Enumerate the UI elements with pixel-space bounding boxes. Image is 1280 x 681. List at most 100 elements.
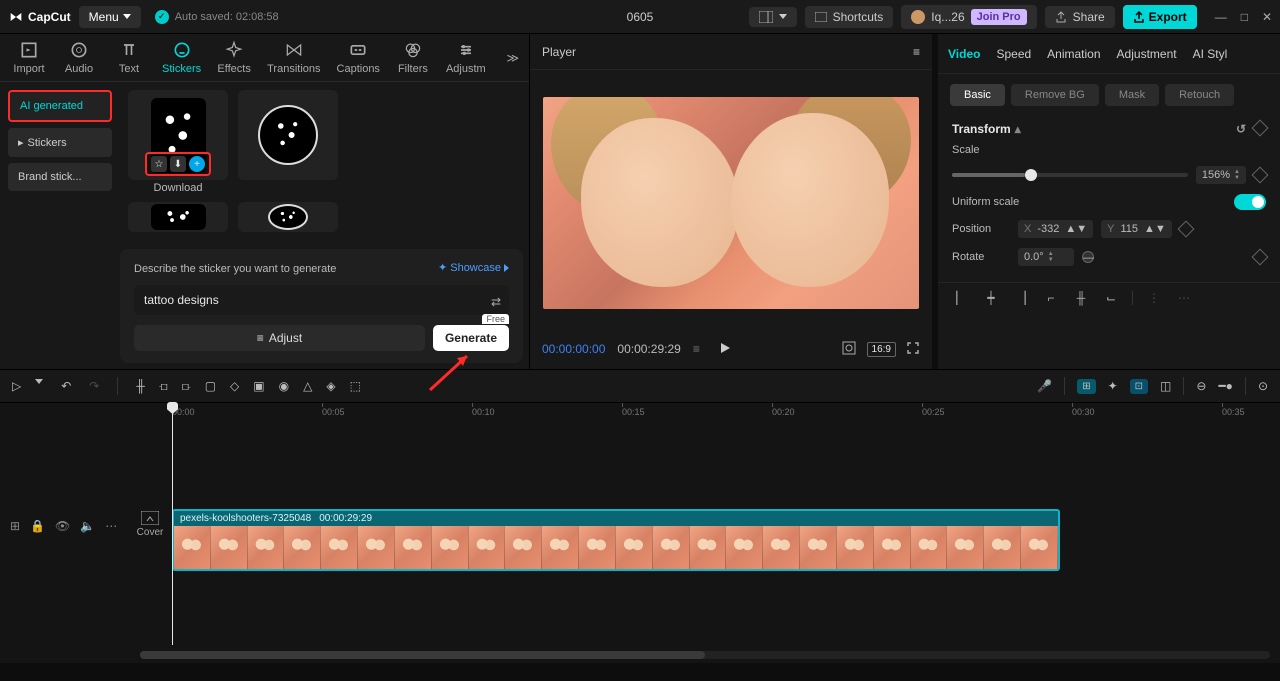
timeline[interactable]: 00:00 00:05 00:10 00:15 00:20 00:25 00:3… [0, 403, 1280, 663]
record-tool[interactable]: ◉ [279, 379, 289, 394]
track-visibility-icon[interactable]: 👁 [55, 519, 70, 533]
track-mute-icon[interactable]: 🔈 [80, 519, 95, 533]
showcase-link[interactable]: ✦Showcase [438, 261, 509, 274]
rotate-keyframe[interactable] [1252, 249, 1269, 266]
uniform-scale-toggle[interactable] [1234, 194, 1266, 210]
zoom-slider[interactable]: ━● [1218, 379, 1232, 393]
sidebar-stickers[interactable]: ▸Stickers [8, 128, 112, 157]
rotate-tool[interactable]: ◈ [326, 379, 335, 394]
fullscreen-icon[interactable] [906, 341, 920, 358]
mirror-tool[interactable]: △ [303, 379, 312, 394]
maximize-button[interactable]: □ [1241, 10, 1248, 24]
tool-dropdown[interactable] [35, 379, 43, 384]
mic-icon[interactable]: 🎤 [1037, 379, 1052, 393]
time-ruler[interactable]: 00:00 00:05 00:10 00:15 00:20 00:25 00:3… [140, 403, 1280, 423]
cover-button[interactable]: Cover [132, 511, 168, 538]
align-left-icon[interactable]: ▏ [952, 291, 970, 305]
trim-left-tool[interactable]: ⟤ [159, 379, 168, 394]
scale-slider[interactable] [952, 173, 1188, 177]
sidebar-brand-stickers[interactable]: Brand stick... [8, 163, 112, 191]
reset-icon[interactable]: ↺ [1236, 122, 1246, 136]
magnet-mode[interactable]: ⊞ [1077, 379, 1095, 394]
tab-captions[interactable]: Captions [329, 36, 388, 79]
align-top-icon[interactable]: ⌐ [1042, 291, 1060, 305]
align-center-h-icon[interactable]: ┿ [982, 291, 1000, 305]
subtab-remove-bg[interactable]: Remove BG [1011, 84, 1099, 106]
trim-right-tool[interactable]: ⟥ [182, 379, 191, 394]
sticker-thumb-4[interactable] [238, 202, 338, 232]
track-more-icon[interactable]: ⋯ [105, 519, 117, 533]
share-button[interactable]: Share [1045, 6, 1115, 28]
collapse-icon[interactable]: ▴ [1015, 122, 1021, 136]
link-mode[interactable]: ✦ [1108, 379, 1118, 393]
add-to-timeline-icon[interactable]: + [189, 156, 205, 172]
tab-import[interactable]: Import [4, 36, 54, 79]
crop-tool[interactable]: ⬚ [350, 379, 361, 394]
generate-button[interactable]: Generate [433, 325, 509, 351]
timeline-scrollbar[interactable] [140, 651, 1270, 659]
scale-value[interactable]: 156%▲▼ [1196, 166, 1246, 184]
insp-tab-animation[interactable]: Animation [1047, 47, 1100, 61]
subtab-mask[interactable]: Mask [1105, 84, 1159, 106]
position-x-input[interactable]: X-332▲▼ [1018, 220, 1093, 238]
keyframe-icon[interactable] [1252, 120, 1269, 137]
tab-audio[interactable]: Audio [54, 36, 104, 79]
tabs-overflow[interactable]: ≫ [500, 51, 525, 65]
join-pro-badge[interactable]: Join Pro [971, 9, 1027, 25]
playhead[interactable] [172, 403, 173, 645]
export-button[interactable]: Export [1123, 5, 1197, 29]
shuffle-icon[interactable]: ⇄ [491, 295, 501, 309]
tab-stickers[interactable]: Stickers [154, 36, 209, 79]
timeline-settings[interactable]: ⊙ [1258, 379, 1268, 393]
sidebar-ai-generated[interactable]: AI generated [8, 90, 112, 122]
position-y-input[interactable]: Y115▲▼ [1101, 220, 1172, 238]
video-preview[interactable] [543, 97, 919, 309]
play-button[interactable] [718, 341, 732, 358]
list-view-icon[interactable]: ≡ [693, 342, 700, 356]
video-clip[interactable]: pexels-koolshooters-7325048 00:00:29:29 [172, 509, 1060, 571]
aspect-ratio-button[interactable] [749, 7, 797, 27]
align-center-v-icon[interactable]: ╫ [1072, 291, 1090, 305]
sticker-thumb-2[interactable] [238, 90, 338, 180]
align-bottom-icon[interactable]: ⌙ [1102, 291, 1120, 305]
insp-tab-adjustment[interactable]: Adjustment [1117, 47, 1177, 61]
snap-mode[interactable]: ⊡ [1130, 379, 1148, 394]
insp-tab-ai[interactable]: AI Styl [1193, 47, 1228, 61]
insp-tab-video[interactable]: Video [948, 47, 980, 61]
mark-tool[interactable]: ◇ [230, 379, 239, 394]
undo-button[interactable]: ↶ [61, 379, 71, 393]
scale-keyframe[interactable] [1252, 167, 1269, 184]
download-icon[interactable]: ⬇ [170, 156, 186, 172]
tab-text[interactable]: Text [104, 36, 154, 79]
crop-preview-icon[interactable] [841, 340, 857, 359]
align-right-icon[interactable]: ▕ [1012, 291, 1030, 305]
sticker-thumb-1[interactable]: ☆ ⬇ + [128, 90, 228, 180]
split-tool[interactable]: ╫ [136, 379, 145, 394]
insp-tab-speed[interactable]: Speed [996, 47, 1031, 61]
track-lock-icon[interactable]: 🔒 [30, 519, 45, 533]
aspect-ratio-display[interactable]: 16:9 [867, 342, 896, 357]
tab-transitions[interactable]: Transitions [259, 36, 328, 79]
track-add-icon[interactable]: ⊞ [10, 519, 20, 533]
player-menu-icon[interactable]: ≡ [913, 45, 920, 59]
subtab-basic[interactable]: Basic [950, 84, 1005, 106]
zoom-out[interactable]: ⊖ [1196, 379, 1206, 393]
generate-prompt-input[interactable] [144, 293, 499, 307]
minimize-button[interactable]: — [1215, 10, 1227, 24]
close-button[interactable]: ✕ [1262, 10, 1272, 24]
delete-tool[interactable]: ▢ [205, 379, 216, 394]
tab-filters[interactable]: Filters [388, 36, 438, 79]
selection-tool[interactable]: ▷ [12, 379, 21, 393]
shortcuts-button[interactable]: Shortcuts [805, 6, 894, 28]
favorite-icon[interactable]: ☆ [151, 156, 167, 172]
position-keyframe[interactable] [1177, 221, 1194, 238]
menu-button[interactable]: Menu [79, 6, 141, 28]
rotate-dial[interactable]: — [1082, 251, 1094, 263]
tab-adjustment[interactable]: Adjustm [438, 36, 494, 79]
preview-mode[interactable]: ◫ [1160, 379, 1171, 393]
adjust-button[interactable]: ≡Adjust [134, 325, 425, 351]
group-tool[interactable]: ▣ [253, 379, 264, 394]
rotate-value[interactable]: 0.0°▲▼ [1018, 248, 1074, 266]
subtab-retouch[interactable]: Retouch [1165, 84, 1234, 106]
user-account[interactable]: Iq...26 Join Pro [901, 5, 1036, 29]
